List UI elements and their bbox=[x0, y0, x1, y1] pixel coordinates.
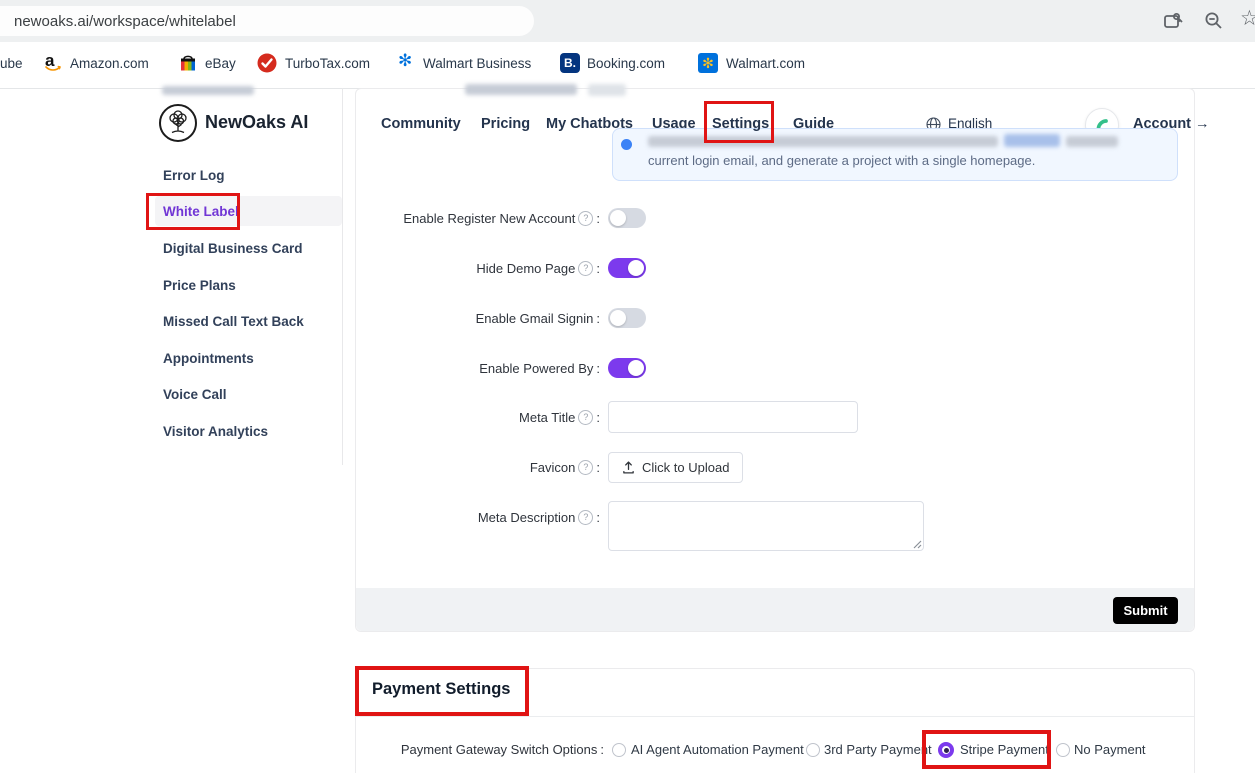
bookmark-amazon[interactable]: Amazon.com bbox=[70, 56, 149, 71]
walmart-spark-icon: ✻ bbox=[398, 51, 418, 71]
toggle-powered-by[interactable] bbox=[608, 358, 646, 378]
address-bar[interactable]: newoaks.ai/workspace/whitelabel bbox=[0, 6, 534, 36]
annotation-box-payment-settings bbox=[355, 666, 529, 716]
radio-no-payment[interactable] bbox=[1056, 743, 1070, 757]
brand-name: NewOaks AI bbox=[205, 112, 308, 133]
radio-label-no-payment[interactable]: No Payment bbox=[1074, 742, 1146, 757]
form-footer bbox=[356, 588, 1194, 631]
bookmark-booking[interactable]: Booking.com bbox=[587, 56, 665, 71]
sidebar-item-price-plans[interactable]: Price Plans bbox=[163, 278, 236, 293]
annotation-box-white-label bbox=[146, 193, 240, 230]
radio-label-3rd-party[interactable]: 3rd Party Payment bbox=[824, 742, 932, 757]
favorite-star-icon[interactable]: ☆ bbox=[1240, 6, 1255, 28]
url-text: newoaks.ai/workspace/whitelabel bbox=[14, 13, 236, 30]
sidebar-item-error-log[interactable]: Error Log bbox=[163, 168, 225, 183]
help-icon[interactable]: ? bbox=[578, 410, 593, 425]
upload-icon bbox=[622, 461, 635, 474]
bookmark-ebay[interactable]: eBay bbox=[205, 56, 236, 71]
favicon-upload-button[interactable]: Click to Upload bbox=[608, 452, 743, 483]
bookmark-turbotax[interactable]: TurboTax.com bbox=[285, 56, 370, 71]
sidebar-item-appointments[interactable]: Appointments bbox=[163, 351, 254, 366]
label-payment-gateway-options: Payment Gateway Switch Options: bbox=[401, 742, 604, 757]
toggle-hide-demo-page[interactable] bbox=[608, 258, 646, 278]
meta-description-textarea[interactable] bbox=[608, 501, 924, 551]
key-icon[interactable] bbox=[1162, 10, 1184, 32]
sidebar-item-digital-business-card[interactable]: Digital Business Card bbox=[163, 241, 303, 256]
toggle-gmail-signin[interactable] bbox=[608, 308, 646, 328]
radio-ai-agent-automation-payment[interactable] bbox=[612, 743, 626, 757]
info-icon bbox=[621, 139, 632, 150]
help-icon[interactable]: ? bbox=[578, 460, 593, 475]
nav-community[interactable]: Community bbox=[381, 116, 461, 132]
redacted-alert-text-2 bbox=[1066, 136, 1118, 147]
zoom-out-icon[interactable] bbox=[1203, 10, 1225, 32]
alert-message: current login email, and generate a proj… bbox=[648, 153, 1035, 168]
nav-settings[interactable]: Settings bbox=[712, 116, 769, 132]
bookmarks-bar: ube a Amazon.com eBay TurboTax.com ✻ Wal… bbox=[0, 42, 1255, 89]
help-icon[interactable]: ? bbox=[578, 261, 593, 276]
sidebar-divider bbox=[342, 88, 343, 465]
toggle-enable-register[interactable] bbox=[608, 208, 646, 228]
help-icon[interactable]: ? bbox=[578, 510, 593, 525]
label-enable-register: Enable Register New Account?: bbox=[403, 211, 600, 226]
annotation-box-stripe-payment bbox=[922, 730, 1051, 769]
label-meta-description: Meta Description?: bbox=[478, 510, 600, 525]
meta-title-input[interactable] bbox=[608, 401, 858, 433]
sidebar-item-visitor-analytics[interactable]: Visitor Analytics bbox=[163, 424, 268, 439]
label-gmail-signin: Enable Gmail Signin: bbox=[476, 311, 600, 326]
walmart-icon: ✻ bbox=[698, 53, 718, 73]
amazon-icon: a bbox=[45, 52, 65, 72]
bookmark-youtube[interactable]: ube bbox=[0, 56, 23, 71]
redacted-alert-link bbox=[1004, 134, 1060, 147]
arrow-right-icon: → bbox=[1195, 116, 1210, 132]
ebay-icon bbox=[178, 53, 198, 73]
turbotax-icon bbox=[257, 53, 277, 73]
bookmark-walmart[interactable]: Walmart.com bbox=[726, 56, 805, 71]
label-meta-title: Meta Title?: bbox=[519, 410, 600, 425]
label-powered-by: Enable Powered By: bbox=[479, 361, 600, 376]
radio-label-ai-agent[interactable]: AI Agent Automation Payment bbox=[631, 742, 804, 757]
screen: newoaks.ai/workspace/whitelabel ☆ ube a … bbox=[0, 0, 1255, 773]
payment-divider bbox=[356, 716, 1194, 717]
redacted-top-text bbox=[465, 84, 577, 95]
label-favicon: Favicon?: bbox=[530, 460, 600, 475]
nav-pricing[interactable]: Pricing bbox=[481, 116, 530, 132]
upload-button-label: Click to Upload bbox=[642, 460, 729, 475]
radio-3rd-party-payment[interactable] bbox=[806, 743, 820, 757]
sidebar-item-missed-call-text-back[interactable]: Missed Call Text Back bbox=[163, 314, 304, 329]
redacted-sidebar-text bbox=[162, 86, 254, 95]
sidebar-item-voice-call[interactable]: Voice Call bbox=[163, 387, 227, 402]
browser-toolbar: newoaks.ai/workspace/whitelabel ☆ bbox=[0, 0, 1255, 42]
newoaks-logo-icon bbox=[159, 104, 197, 142]
submit-button[interactable]: Submit bbox=[1113, 597, 1178, 624]
label-hide-demo-page: Hide Demo Page?: bbox=[476, 261, 600, 276]
help-icon[interactable]: ? bbox=[578, 211, 593, 226]
bookmark-walmart-business[interactable]: Walmart Business bbox=[423, 56, 531, 71]
redacted-alert-text bbox=[648, 136, 998, 147]
redacted-top-toggle bbox=[588, 84, 626, 96]
booking-icon: B. bbox=[560, 53, 580, 73]
resize-handle-icon[interactable] bbox=[912, 539, 922, 549]
